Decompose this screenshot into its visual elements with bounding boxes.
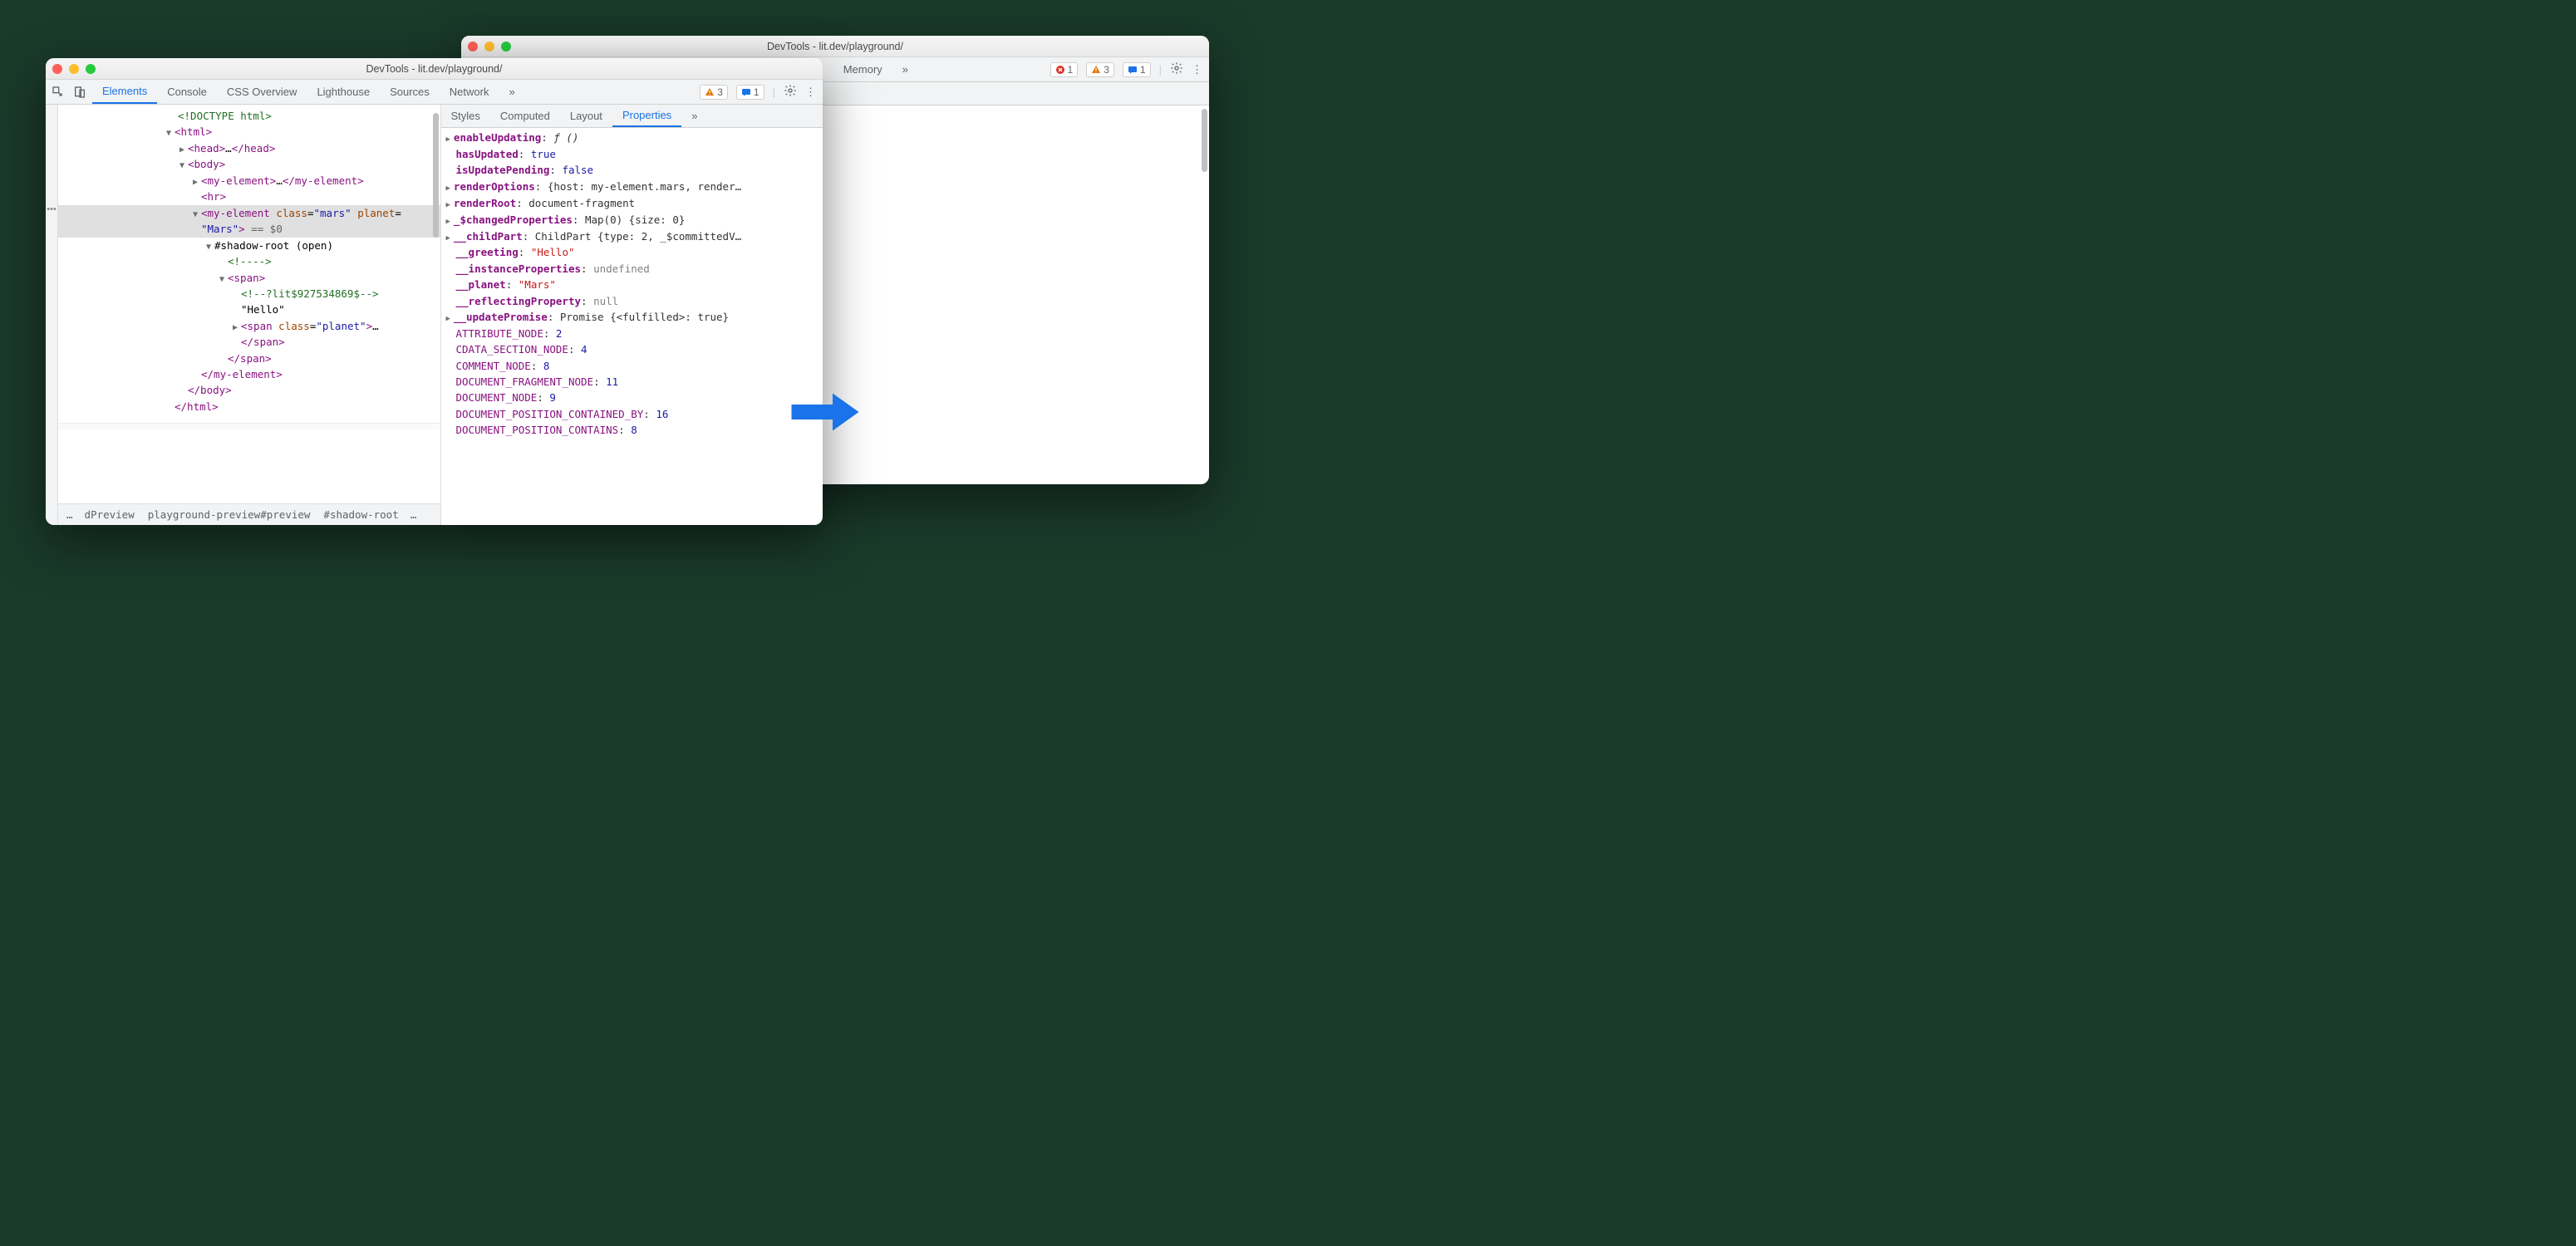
dom-node[interactable]: <hr> xyxy=(58,189,440,204)
gutter: ••• xyxy=(46,105,58,525)
property-row[interactable]: DOCUMENT_POSITION_CONTAINS: 8 xyxy=(446,422,819,438)
breadcrumb[interactable]: …dPreviewplayground-preview#preview#shad… xyxy=(58,503,440,525)
property-row[interactable]: __updatePromise: Promise {<fulfilled>: t… xyxy=(446,309,819,326)
property-row[interactable]: hasUpdated: true xyxy=(446,146,819,162)
property-row[interactable]: enableUpdating: ƒ () xyxy=(446,130,819,146)
sidebar-tabs: StylesComputedLayoutProperties» xyxy=(441,105,823,128)
devtools-window-front: DevTools - lit.dev/playground/ ElementsC… xyxy=(46,58,823,525)
tab-sources[interactable]: Sources xyxy=(380,80,440,104)
more-icon[interactable]: ⋮ xyxy=(1192,63,1202,76)
dom-node[interactable]: </my-element> xyxy=(58,366,440,382)
settings-icon[interactable] xyxy=(784,84,797,100)
dom-node[interactable]: ▼<body> xyxy=(58,156,440,173)
tab-console[interactable]: Console xyxy=(157,80,217,104)
property-row[interactable]: __reflectingProperty: null xyxy=(446,293,819,309)
breadcrumb-overflow[interactable]: … xyxy=(61,508,78,521)
warning-badge[interactable]: 3 xyxy=(700,85,728,100)
dom-node[interactable]: <!DOCTYPE html> xyxy=(58,108,440,124)
dom-node[interactable]: </html> xyxy=(58,399,440,415)
scrollbar[interactable] xyxy=(433,113,439,238)
property-row[interactable]: DOCUMENT_NODE: 9 xyxy=(446,390,819,405)
error-badge[interactable]: 1 xyxy=(1050,62,1079,77)
more-icon[interactable]: ⋮ xyxy=(805,86,816,99)
traffic-lights xyxy=(52,64,96,74)
property-row[interactable]: ATTRIBUTE_NODE: 2 xyxy=(446,326,819,341)
close-icon[interactable] xyxy=(468,42,478,52)
dom-node[interactable]: <!----> xyxy=(58,253,440,269)
titlebar[interactable]: DevTools - lit.dev/playground/ xyxy=(46,58,823,80)
dom-node[interactable]: </body> xyxy=(58,382,440,398)
property-row[interactable]: renderOptions: {host: my-element.mars, r… xyxy=(446,179,819,195)
zoom-icon[interactable] xyxy=(86,64,96,74)
dom-node[interactable]: </span> xyxy=(58,351,440,366)
dom-node-selected[interactable]: "Mars"> == $0 xyxy=(58,221,440,237)
subtab-computed[interactable]: Computed xyxy=(490,105,560,127)
breadcrumb-item[interactable]: dPreview xyxy=(78,508,141,521)
property-row[interactable]: isUpdatePending: false xyxy=(446,162,819,178)
warning-badge[interactable]: 3 xyxy=(1086,62,1114,77)
tab-memory[interactable]: Memory xyxy=(833,57,892,81)
tab-css-overview[interactable]: CSS Overview xyxy=(217,80,307,104)
more-subtabs-icon[interactable]: » xyxy=(681,105,707,127)
window-title: DevTools - lit.dev/playground/ xyxy=(461,41,1209,52)
more-tabs-icon[interactable]: » xyxy=(499,86,524,98)
dom-node[interactable]: ▼#shadow-root (open) xyxy=(58,238,440,254)
dom-node[interactable]: ▶<span class="planet">… xyxy=(58,318,440,335)
main-toolbar: ElementsConsoleCSS OverviewLighthouseSou… xyxy=(46,80,823,105)
settings-icon[interactable] xyxy=(1170,61,1183,77)
dom-tree[interactable]: <!DOCTYPE html> ▼<html> ▶<head>…</head> … xyxy=(58,105,440,418)
inspect-icon[interactable] xyxy=(51,85,66,100)
property-row[interactable]: _$changedProperties: Map(0) {size: 0} xyxy=(446,212,819,228)
property-row[interactable]: __instanceProperties: undefined xyxy=(446,261,819,277)
zoom-icon[interactable] xyxy=(501,42,511,52)
dom-node[interactable]: ▼<html> xyxy=(58,124,440,140)
tab-network[interactable]: Network xyxy=(440,80,499,104)
tab-elements[interactable]: Elements xyxy=(92,80,157,104)
breadcrumb-overflow[interactable]: … xyxy=(406,508,422,521)
property-row[interactable]: __childPart: ChildPart {type: 2, _$commi… xyxy=(446,228,819,245)
breadcrumb-item[interactable]: playground-preview#preview xyxy=(141,508,317,521)
window-title: DevTools - lit.dev/playground/ xyxy=(46,63,823,75)
dom-node[interactable]: "Hello" xyxy=(58,302,440,317)
breadcrumb-item[interactable]: #shadow-root xyxy=(317,508,405,521)
properties-list: enableUpdating: ƒ ()hasUpdated: trueisUp… xyxy=(441,128,823,440)
subtab-layout[interactable]: Layout xyxy=(560,105,612,127)
property-row[interactable]: __planet: "Mars" xyxy=(446,277,819,292)
minimize-icon[interactable] xyxy=(484,42,494,52)
main-tabs: ElementsConsoleCSS OverviewLighthouseSou… xyxy=(92,80,499,104)
dom-node-selected[interactable]: ▼<my-element class="mars" planet= xyxy=(58,205,440,222)
close-icon[interactable] xyxy=(52,64,62,74)
property-row[interactable]: COMMENT_NODE: 8 xyxy=(446,358,819,374)
subtab-properties[interactable]: Properties xyxy=(612,105,681,127)
dom-node[interactable]: <!--?lit$927534869$--> xyxy=(58,286,440,302)
minimize-icon[interactable] xyxy=(69,64,79,74)
dom-node[interactable]: </span> xyxy=(58,334,440,350)
property-row[interactable]: DOCUMENT_FRAGMENT_NODE: 11 xyxy=(446,374,819,390)
message-badge[interactable]: 1 xyxy=(1123,62,1151,77)
message-badge[interactable]: 1 xyxy=(736,85,764,100)
dom-node[interactable]: ▼<span> xyxy=(58,270,440,287)
tab-lighthouse[interactable]: Lighthouse xyxy=(307,80,380,104)
more-tabs-icon[interactable]: » xyxy=(892,63,918,76)
arrow-icon xyxy=(788,386,863,438)
property-row[interactable]: CDATA_SECTION_NODE: 4 xyxy=(446,341,819,357)
dom-node[interactable]: ▶<my-element>…</my-element> xyxy=(58,173,440,189)
traffic-lights xyxy=(468,42,511,52)
titlebar[interactable]: DevTools - lit.dev/playground/ xyxy=(461,36,1209,57)
device-icon[interactable] xyxy=(72,85,87,100)
property-row[interactable]: __greeting: "Hello" xyxy=(446,244,819,260)
property-row[interactable]: renderRoot: document-fragment xyxy=(446,195,819,212)
dom-node[interactable]: ▶<head>…</head> xyxy=(58,140,440,157)
property-row[interactable]: DOCUMENT_POSITION_CONTAINED_BY: 16 xyxy=(446,406,819,422)
subtab-styles[interactable]: Styles xyxy=(441,105,490,127)
scrollbar[interactable] xyxy=(1202,109,1207,172)
